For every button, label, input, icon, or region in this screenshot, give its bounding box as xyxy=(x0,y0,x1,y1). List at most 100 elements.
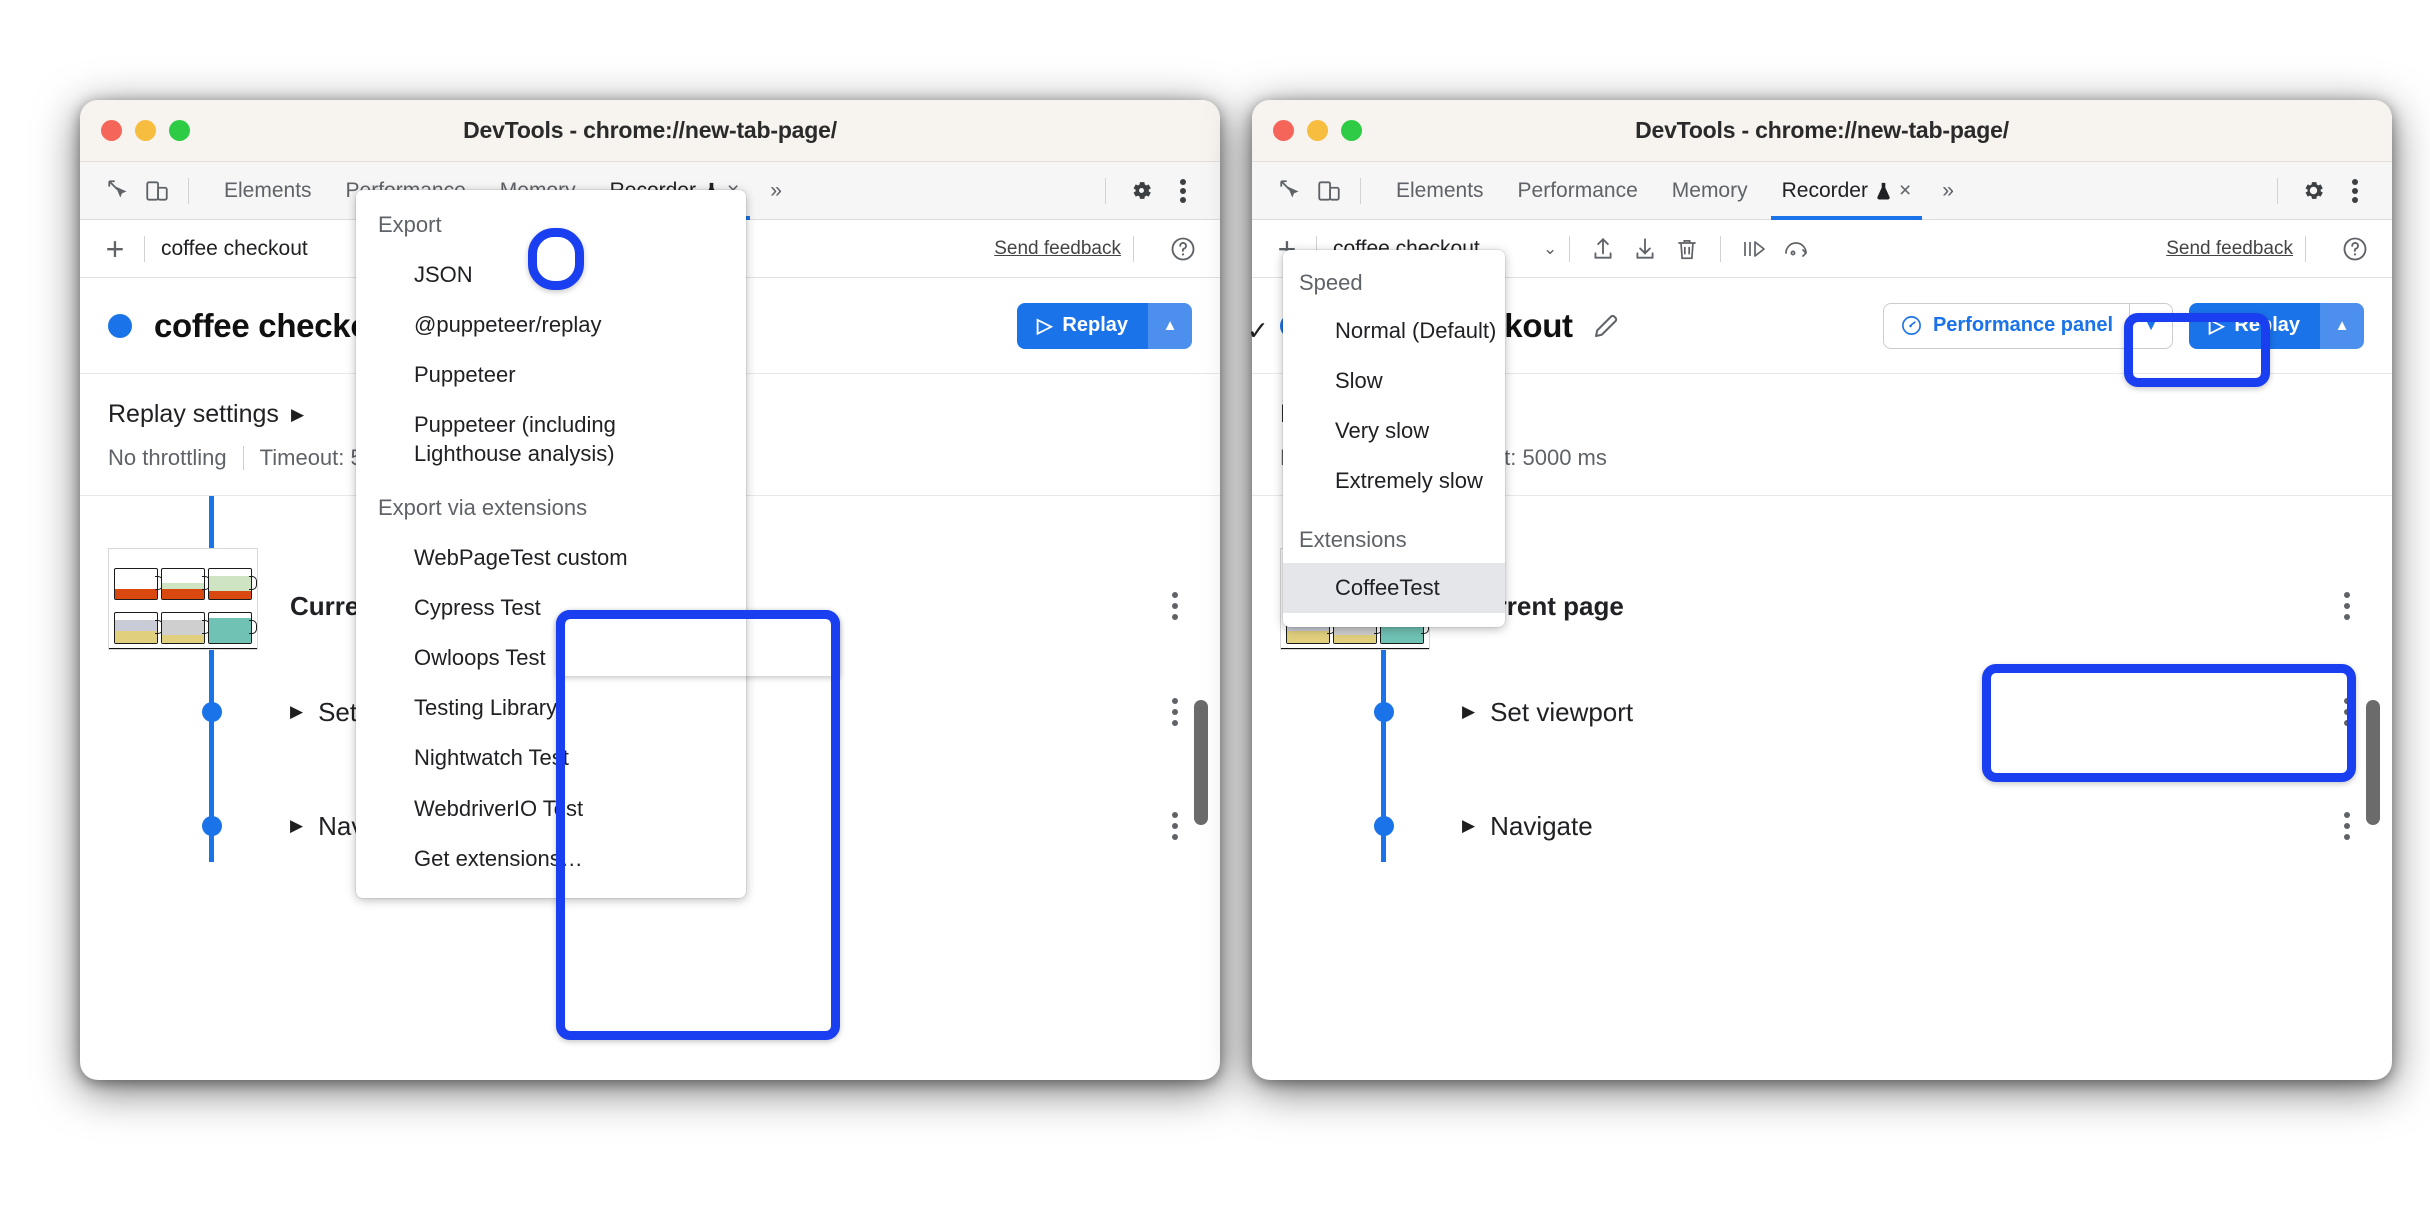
tab-recorder[interactable]: Recorder × xyxy=(1765,162,1929,220)
summary-divider xyxy=(242,446,244,470)
replay-button[interactable]: ▷ Replay xyxy=(1017,302,1148,349)
replay-button[interactable]: ▷ Replay xyxy=(2189,302,2320,349)
export-item-owloops-test[interactable]: Owloops Test xyxy=(356,633,746,683)
chevron-double-right-icon[interactable]: » xyxy=(756,179,796,203)
tabbar-right-divider xyxy=(1105,177,1106,204)
tab-elements[interactable]: Elements xyxy=(1379,162,1501,220)
export-item-puppeteer-replay[interactable]: @puppeteer/replay xyxy=(356,300,746,350)
replay-speed-dropdown-menu[interactable]: Speed Normal (Default) Slow Very slow Ex… xyxy=(1283,250,1505,627)
step-set-viewport[interactable]: ▶ Set viewport xyxy=(1252,676,2392,748)
speed-extensions-section: Extensions CoffeeTest xyxy=(1283,513,1505,627)
send-feedback-link[interactable]: Send feedback xyxy=(994,238,1121,260)
speed-extensions-section-title: Extensions xyxy=(1299,526,1407,552)
zoom-window-button[interactable] xyxy=(1341,120,1362,141)
step-menu-icon[interactable] xyxy=(2344,592,2350,620)
chevron-double-right-icon[interactable]: » xyxy=(1928,179,1968,203)
throttling-value: No throttling xyxy=(108,445,227,470)
step-menu-icon[interactable] xyxy=(2344,812,2350,840)
toolbar-divider-4 xyxy=(1133,235,1134,262)
help-circle-icon[interactable] xyxy=(1162,228,1204,270)
import-recording-icon[interactable] xyxy=(1582,228,1624,270)
export-item-nightwatch-test[interactable]: Nightwatch Test xyxy=(356,733,746,783)
tab-memory[interactable]: Memory xyxy=(1655,162,1765,220)
steps-scrollbar[interactable] xyxy=(1194,700,1208,825)
step-label-set-viewport: ▶ Set viewport xyxy=(1462,696,1634,727)
recording-selector[interactable]: coffee checkout ⌄ xyxy=(161,237,385,261)
step-navigate[interactable]: ▶ Navigate xyxy=(1252,790,2392,862)
export-item-cypress-test[interactable]: Cypress Test xyxy=(356,583,746,633)
measure-performance-icon[interactable] xyxy=(1775,228,1817,270)
speed-item-normal[interactable]: Normal (Default) xyxy=(1283,306,1505,356)
chevron-down-icon: ⌄ xyxy=(1543,238,1558,258)
page-screenshot-thumbnail xyxy=(108,548,258,650)
window-title: DevTools - chrome://new-tab-page/ xyxy=(463,117,837,143)
tabbar-right-actions-right xyxy=(2265,172,2374,210)
minimize-window-button[interactable] xyxy=(1307,120,1328,141)
step-menu-icon[interactable] xyxy=(1172,698,1178,726)
add-recording-button[interactable]: + xyxy=(98,233,132,265)
trash-icon[interactable] xyxy=(1666,228,1708,270)
export-section-title: Export xyxy=(378,212,442,237)
inspect-element-icon[interactable] xyxy=(100,172,138,210)
minimize-window-button[interactable] xyxy=(135,120,156,141)
speed-item-very-slow[interactable]: Very slow xyxy=(1283,406,1505,456)
steps-scrollbar[interactable] xyxy=(2366,700,2380,825)
step-expand-triangle-icon[interactable]: ▶ xyxy=(290,702,303,722)
step-expand-triangle-icon[interactable]: ▶ xyxy=(1462,816,1475,836)
pencil-icon[interactable] xyxy=(1591,311,1621,341)
speed-item-extremely-slow[interactable]: Extremely slow xyxy=(1283,456,1505,506)
devtools-tabbar-right: Elements Performance Memory Recorder × » xyxy=(1252,162,2392,220)
step-node-dot xyxy=(1374,816,1394,836)
export-item-puppeteer[interactable]: Puppeteer xyxy=(356,350,746,400)
export-item-testing-library[interactable]: Testing Library xyxy=(356,683,746,733)
gear-icon[interactable] xyxy=(1122,172,1160,210)
device-toolbar-icon[interactable] xyxy=(1310,172,1348,210)
traffic-lights-right[interactable] xyxy=(1273,120,1362,141)
speed-extension-item-coffeetest[interactable]: CoffeeTest xyxy=(1283,562,1505,613)
export-recording-icon[interactable] xyxy=(1624,228,1666,270)
replay-button-label: Replay xyxy=(1062,314,1128,336)
inspect-element-icon[interactable] xyxy=(1272,172,1310,210)
replay-button-label: Replay xyxy=(2234,314,2300,336)
tab-performance[interactable]: Performance xyxy=(1501,162,1655,220)
more-vertical-icon[interactable] xyxy=(2336,172,2374,210)
step-label-navigate: ▶ Navigate xyxy=(1462,810,1593,841)
send-feedback-link[interactable]: Send feedback xyxy=(2166,238,2293,260)
performance-panel-button-group[interactable]: Performance panel ▼ xyxy=(1882,302,2174,349)
export-item-puppeteer-lighthouse[interactable]: Puppeteer (including Lighthouse analysis… xyxy=(356,400,746,478)
step-node-dot xyxy=(202,702,222,722)
close-window-button[interactable] xyxy=(101,120,122,141)
replay-dropdown-arrow[interactable]: ▲ xyxy=(1148,302,1192,349)
export-dropdown-menu[interactable]: Export JSON @puppeteer/replay Puppeteer … xyxy=(356,190,746,898)
step-menu-icon[interactable] xyxy=(2344,698,2350,726)
traffic-lights-left[interactable] xyxy=(101,120,190,141)
step-menu-icon[interactable] xyxy=(1172,592,1178,620)
tab-elements[interactable]: Elements xyxy=(207,162,329,220)
window-title: DevTools - chrome://new-tab-page/ xyxy=(1635,117,2009,143)
panel-tabs-right: Elements Performance Memory Recorder × » xyxy=(1379,162,1968,220)
step-menu-icon[interactable] xyxy=(1172,812,1178,840)
export-item-webpagetest-custom[interactable]: WebPageTest custom xyxy=(356,533,746,583)
replay-button-group-right[interactable]: ▷ Replay ▲ xyxy=(2189,302,2364,349)
export-item-get-extensions[interactable]: Get extensions… xyxy=(356,834,746,884)
export-item-json[interactable]: JSON xyxy=(356,250,746,300)
export-item-webdriverio-test[interactable]: WebdriverIO Test xyxy=(356,784,746,834)
tabbar-right-divider xyxy=(2277,177,2278,204)
step-over-icon[interactable] xyxy=(1733,228,1775,270)
replay-button-group-left[interactable]: ▷ Replay ▲ xyxy=(1017,302,1192,349)
blue-status-dot xyxy=(108,313,132,338)
speed-item-slow[interactable]: Slow xyxy=(1283,356,1505,406)
step-expand-triangle-icon[interactable]: ▶ xyxy=(1462,702,1475,722)
help-circle-icon[interactable] xyxy=(2334,228,2376,270)
close-window-button[interactable] xyxy=(1273,120,1294,141)
tab-recorder-close-icon[interactable]: × xyxy=(1899,179,1911,203)
step-expand-triangle-icon[interactable]: ▶ xyxy=(290,816,303,836)
performance-dropdown-arrow[interactable]: ▼ xyxy=(2130,304,2172,348)
recorder-header-actions-left: ▷ Replay ▲ xyxy=(1017,302,1192,349)
performance-panel-button[interactable]: Performance panel xyxy=(1884,304,2129,348)
device-toolbar-icon[interactable] xyxy=(138,172,176,210)
zoom-window-button[interactable] xyxy=(169,120,190,141)
more-vertical-icon[interactable] xyxy=(1164,172,1202,210)
replay-dropdown-arrow[interactable]: ▲ xyxy=(2320,302,2364,349)
gear-icon[interactable] xyxy=(2294,172,2332,210)
